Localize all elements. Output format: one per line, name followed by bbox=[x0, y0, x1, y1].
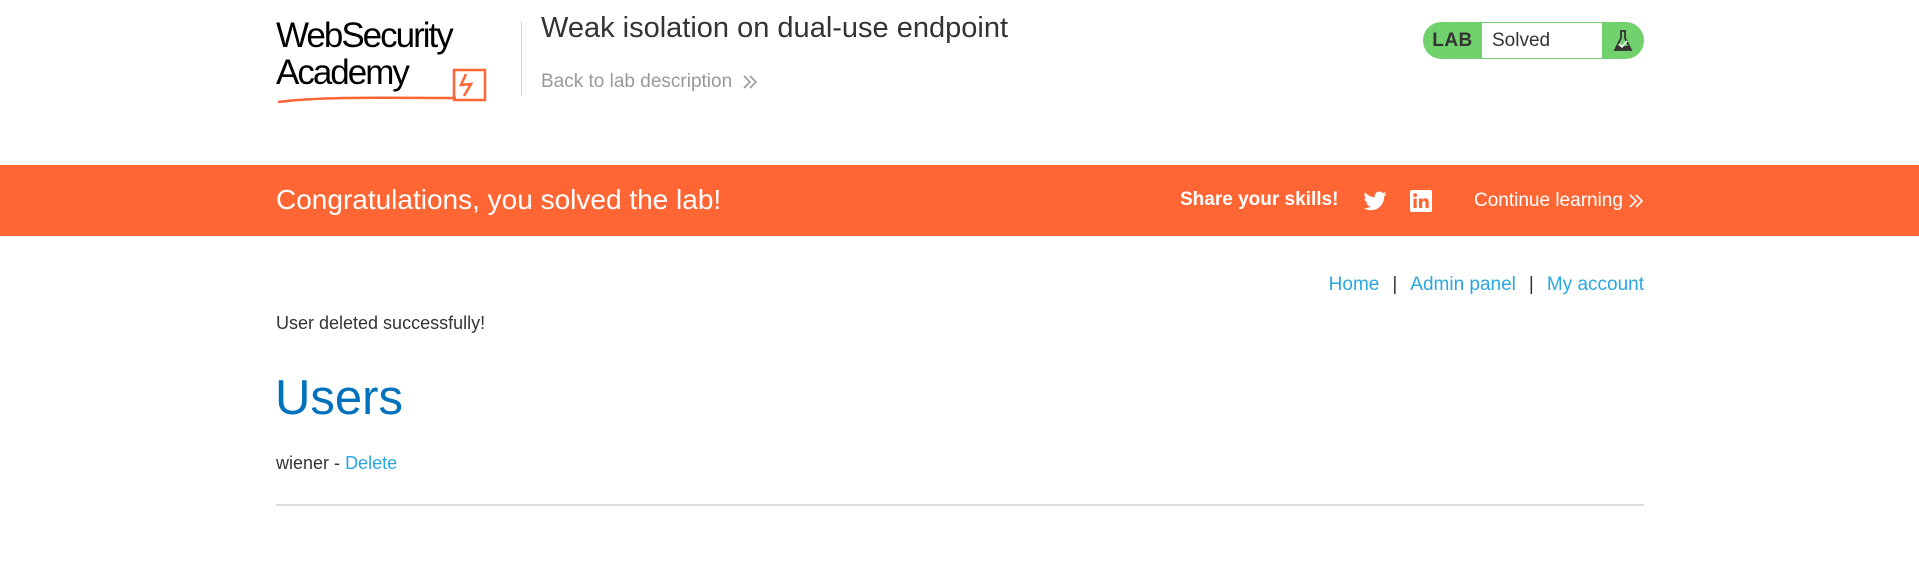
svg-text:Academy: Academy bbox=[276, 53, 410, 92]
nav-separator: | bbox=[1392, 274, 1398, 295]
user-name: wiener bbox=[276, 453, 330, 473]
continue-learning-label: Continue learning bbox=[1474, 190, 1623, 211]
flask-icon bbox=[1602, 22, 1644, 59]
admin-panel-link[interactable]: Admin panel bbox=[1410, 274, 1516, 296]
svg-text:WebSecurity: WebSecurity bbox=[276, 18, 454, 55]
double-chevron-right-icon bbox=[1629, 194, 1643, 208]
lab-status-text: Solved bbox=[1482, 23, 1602, 58]
home-link[interactable]: Home bbox=[1329, 274, 1380, 296]
lab-badge: LAB bbox=[1432, 29, 1473, 51]
twitter-icon[interactable] bbox=[1363, 189, 1387, 213]
user-list-item: wiener - Delete bbox=[276, 453, 397, 474]
congratulations-message: Congratulations, you solved the lab! bbox=[276, 184, 722, 215]
my-account-link[interactable]: My account bbox=[1547, 274, 1644, 296]
user-separator: - bbox=[334, 453, 341, 473]
top-nav-links: Home | Admin panel | My account bbox=[1329, 274, 1644, 296]
lab-header: WebSecurity Academy Weak isolation on du… bbox=[0, 0, 1919, 165]
users-heading: Users bbox=[275, 371, 403, 425]
lab-status-widget: LAB Solved bbox=[1423, 22, 1644, 59]
back-to-lab-description-link[interactable]: Back to lab description bbox=[541, 71, 758, 93]
share-skills-label: Share your skills! bbox=[1180, 189, 1339, 210]
web-security-academy-logo[interactable]: WebSecurity Academy bbox=[276, 18, 519, 110]
back-link-label: Back to lab description bbox=[541, 71, 733, 92]
status-message: User deleted successfully! bbox=[276, 313, 486, 333]
header-divider bbox=[521, 21, 522, 96]
nav-separator: | bbox=[1528, 274, 1534, 295]
horizontal-rule bbox=[276, 504, 1644, 506]
linkedin-icon[interactable] bbox=[1409, 189, 1433, 213]
lab-solved-banner: Congratulations, you solved the lab! Sha… bbox=[0, 165, 1919, 236]
lab-title: Weak isolation on dual-use endpoint bbox=[541, 12, 1009, 44]
double-chevron-right-icon bbox=[743, 75, 758, 89]
delete-user-link[interactable]: Delete bbox=[345, 453, 397, 473]
continue-learning-link[interactable]: Continue learning bbox=[1474, 190, 1643, 212]
